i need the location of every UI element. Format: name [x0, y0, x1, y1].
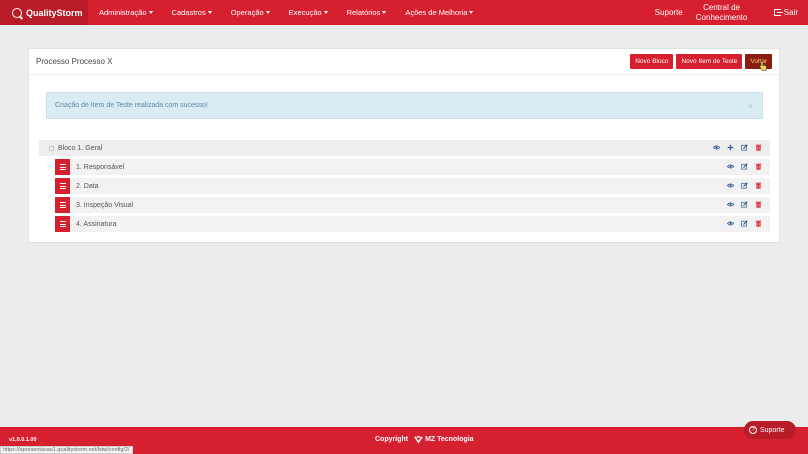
menu-label: Operação — [230, 8, 264, 17]
central-line-2: Conhecimento — [695, 12, 748, 22]
menu-label: Cadastros — [171, 8, 206, 17]
main-menu: Administração Cadastros Operação Execuçã… — [88, 0, 474, 25]
success-alert: Criação de Item de Teste realizada com s… — [46, 92, 763, 119]
eye-icon[interactable] — [727, 182, 734, 189]
eye-icon[interactable] — [727, 163, 734, 170]
trash-icon[interactable] — [755, 144, 762, 151]
caret-down-icon — [148, 11, 153, 14]
caret-down-icon — [265, 11, 270, 14]
brand-logo-icon — [12, 7, 22, 18]
test-item-row: 3. Inspeção Visual — [55, 197, 770, 213]
support-floating-button[interactable]: ? Suporte — [744, 421, 796, 439]
item-actions — [727, 163, 762, 170]
nav-central-conhecimento[interactable]: Central de Conhecimento — [696, 0, 766, 25]
drag-handle-icon[interactable] — [55, 197, 70, 213]
eye-icon[interactable] — [727, 201, 734, 208]
header-buttons: Novo Bloco Novo Item de Teste Voltar — [630, 54, 772, 69]
caret-down-icon — [323, 11, 328, 14]
trash-icon[interactable] — [755, 220, 762, 227]
alert-message: Criação de Item de Teste realizada com s… — [55, 102, 208, 109]
trash-icon[interactable] — [755, 182, 762, 189]
nav-suporte[interactable]: Suporte — [655, 0, 683, 25]
block-actions — [713, 144, 762, 151]
drag-handle-icon[interactable] — [55, 178, 70, 194]
test-item-row: 1. Responsável — [55, 159, 770, 175]
brand[interactable]: QualityStorm — [0, 0, 88, 25]
panel-header: Processo Processo X Novo Bloco Novo Item… — [29, 49, 779, 75]
hand-cursor-icon — [759, 61, 767, 71]
logout-button[interactable]: Sair — [773, 0, 798, 25]
eye-icon[interactable] — [727, 220, 734, 227]
menu-relatorios[interactable]: Relatórios — [347, 0, 387, 25]
sign-out-icon — [773, 9, 783, 16]
copyright-label: Copyright — [375, 436, 409, 443]
edit-icon[interactable] — [741, 144, 748, 151]
nav-right: Suporte Central de Conhecimento Sair — [655, 0, 808, 25]
eye-icon[interactable] — [713, 144, 720, 151]
caret-down-icon — [382, 11, 387, 14]
logout-label: Sair — [783, 8, 798, 17]
version-label: v1.0.0.1.00 — [9, 437, 37, 443]
trash-icon[interactable] — [755, 163, 762, 170]
collapse-toggle-icon[interactable] — [49, 145, 54, 151]
top-navbar: QualityStorm Administração Cadastros Ope… — [0, 0, 808, 25]
brand-name: QualityStorm — [26, 7, 83, 18]
test-item-row: 4. Assinatura — [55, 216, 770, 232]
plus-icon[interactable] — [727, 144, 734, 151]
menu-label: Ações de Melhoria — [405, 8, 468, 17]
menu-operacao[interactable]: Operação — [231, 0, 270, 25]
menu-cadastros[interactable]: Cadastros — [172, 0, 212, 25]
item-actions — [727, 182, 762, 189]
test-item-row: 2. Data — [55, 178, 770, 194]
menu-administracao[interactable]: Administração — [99, 0, 153, 25]
item-label: 4. Assinatura — [76, 220, 117, 228]
company-name: MZ Tecnologia — [425, 436, 474, 443]
caret-down-icon — [207, 11, 212, 14]
item-label: 2. Data — [76, 182, 99, 190]
question-icon: ? — [749, 426, 757, 434]
status-url: https://apresentacao1.qualitystorm.net/l… — [0, 446, 133, 454]
mz-logo-icon — [414, 436, 423, 444]
edit-icon[interactable] — [741, 220, 748, 227]
new-block-button[interactable]: Novo Bloco — [630, 54, 674, 69]
copyright: Copyright MZ Tecnologia — [375, 435, 474, 444]
trash-icon[interactable] — [755, 201, 762, 208]
menu-label: Relatórios — [346, 8, 381, 17]
support-label: Suporte — [760, 426, 785, 434]
menu-acoes-de-melhoria[interactable]: Ações de Melhoria — [405, 0, 474, 25]
company-brand: MZ Tecnologia — [414, 435, 474, 444]
item-label: 1. Responsável — [76, 163, 125, 171]
item-actions — [727, 201, 762, 208]
new-test-item-button[interactable]: Novo Item de Teste — [676, 54, 743, 69]
close-icon[interactable]: × — [748, 101, 753, 111]
block-row: Bloco 1. Geral — [39, 140, 770, 156]
item-actions — [727, 220, 762, 227]
drag-handle-icon[interactable] — [55, 216, 70, 232]
page-title: Processo Processo X — [36, 57, 113, 66]
caret-down-icon — [469, 11, 474, 14]
drag-handle-icon[interactable] — [55, 159, 70, 175]
edit-icon[interactable] — [741, 182, 748, 189]
edit-icon[interactable] — [741, 163, 748, 170]
central-line-1: Central de — [703, 2, 741, 12]
item-label: 3. Inspeção Visual — [76, 201, 134, 209]
menu-label: Execução — [288, 8, 322, 17]
menu-execucao[interactable]: Execução — [289, 0, 328, 25]
block-label: Bloco 1. Geral — [58, 144, 103, 152]
edit-icon[interactable] — [741, 201, 748, 208]
menu-label: Administração — [99, 8, 147, 17]
process-panel: Processo Processo X Novo Bloco Novo Item… — [28, 48, 780, 243]
